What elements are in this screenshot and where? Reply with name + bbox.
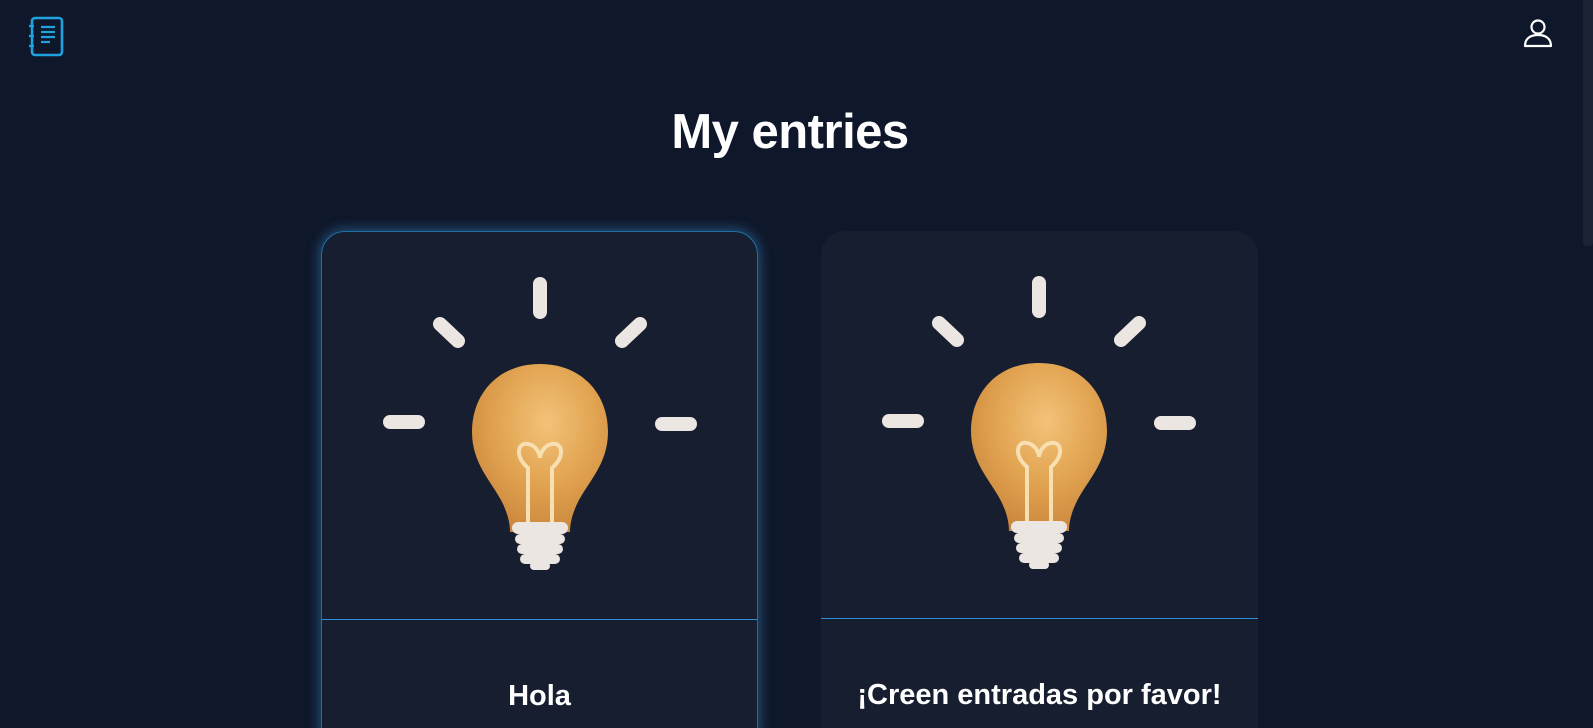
user-icon[interactable] [1522, 17, 1554, 49]
page-title: My entries [671, 105, 909, 159]
entry-card[interactable]: Hola [321, 231, 758, 728]
card-divider [821, 618, 1258, 619]
scrollbar-thumb[interactable] [1583, 0, 1593, 246]
entry-title: Hola [508, 680, 571, 712]
card-divider [322, 619, 757, 620]
lightbulb-icon [821, 231, 1258, 618]
journal-list-icon[interactable] [28, 16, 66, 58]
page: My entries Hola ¡Creen entradas por favo… [0, 0, 1593, 728]
entry-card[interactable]: ¡Creen entradas por favor! [821, 231, 1258, 728]
entry-title: ¡Creen entradas por favor! [857, 679, 1222, 711]
lightbulb-icon [322, 232, 757, 619]
